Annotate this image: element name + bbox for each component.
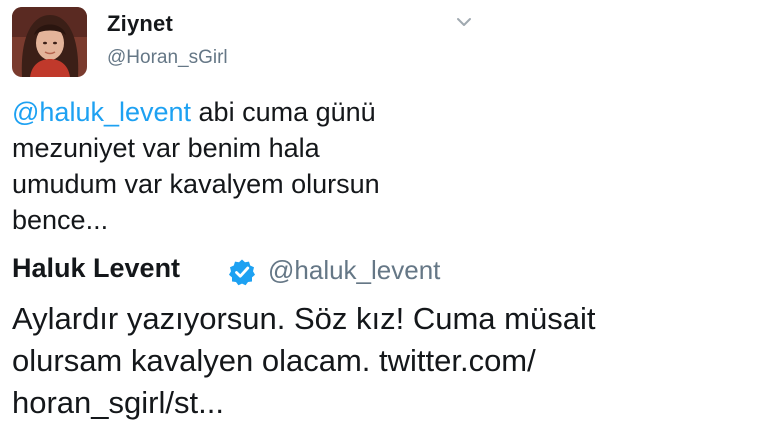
quoted-text-line-3: horan_sgirl/st... bbox=[12, 385, 224, 420]
tweet-text: @haluk_levent abi cuma günü mezuniyet va… bbox=[12, 94, 472, 238]
tweet-card: Ziynet @Horan_sGirl @haluk_levent abi cu… bbox=[0, 0, 770, 434]
quoted-author-handle[interactable]: @haluk_levent bbox=[268, 255, 440, 286]
user-avatar-photo-icon bbox=[12, 7, 87, 77]
quoted-author-name[interactable]: Haluk Levent bbox=[12, 253, 180, 284]
author-handle[interactable]: @Horan_sGirl bbox=[107, 47, 228, 69]
author-name[interactable]: Ziynet bbox=[107, 11, 173, 37]
tweet-menu-button[interactable] bbox=[455, 15, 473, 29]
avatar[interactable] bbox=[12, 7, 87, 77]
quoted-text-line-1: Aylardır yazıyorsun. Söz kız! Cuma müsai… bbox=[12, 301, 596, 336]
quoted-tweet-text: Aylardır yazıyorsun. Söz kız! Cuma müsai… bbox=[12, 298, 732, 424]
tweet-text-segment: abi cuma günü bbox=[191, 97, 376, 127]
tweet-text-line-3: umudum var kavalyem olursun bbox=[12, 169, 380, 199]
tweet-text-line-1: @haluk_levent abi cuma günü bbox=[12, 94, 472, 130]
verified-badge-icon bbox=[228, 258, 256, 286]
tweet-text-line-2: mezuniyet var benim hala bbox=[12, 133, 320, 163]
tweet-text-line-4: bence... bbox=[12, 205, 109, 235]
mention-link[interactable]: @haluk_levent bbox=[12, 97, 191, 127]
chevron-down-icon bbox=[457, 18, 471, 26]
quoted-text-line-2: olursam kavalyen olacam. twitter.com/ bbox=[12, 343, 536, 378]
